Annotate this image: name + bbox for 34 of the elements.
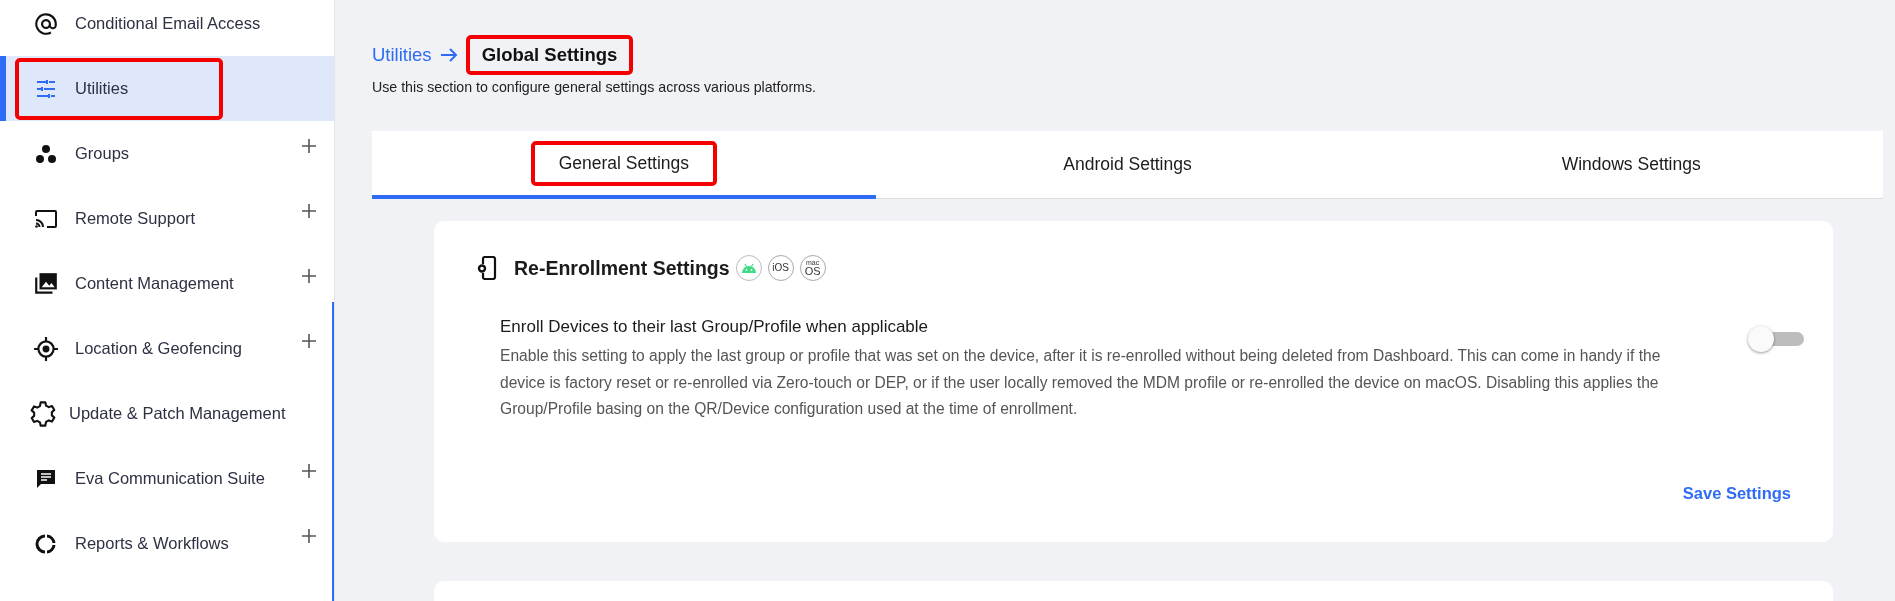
target-icon: [33, 335, 59, 362]
card-title: Re-Enrollment Settings: [514, 256, 730, 280]
page-title: Global Settings: [467, 37, 632, 73]
toggle-switch[interactable]: [1748, 326, 1804, 352]
plus-icon[interactable]: [302, 464, 316, 478]
photo-folder-icon: [33, 270, 59, 297]
settings-tab[interactable]: Android Settings: [875, 131, 1380, 198]
page-description: Use this section to configure general settings across various platforms.: [372, 79, 817, 95]
active-indicator: [0, 56, 6, 121]
sidebar-item[interactable]: Groups: [0, 121, 334, 186]
settings-tab[interactable]: General Settings: [372, 131, 876, 199]
at-sign-icon: [33, 10, 59, 37]
sidebar-item[interactable]: Content Management: [0, 251, 334, 316]
setting-description: Enable this setting to apply the last group or profile that was set on the device, after it is re-enrolled without being deleted from Dashboard. This can come in handy if the device is factory reset or re-enrolled via Zero-touch or DEP, or if the user locally removed the MDM profile or re-enrolled the device on macOS. Disabling this applies the Group/Profile basing on the QR/Device configuration used at the time of enrollment.: [500, 346, 1662, 420]
right-arrow-icon: [439, 48, 458, 62]
gear-icon: [29, 399, 57, 428]
sidebar-item[interactable]: Reports & Workflows: [0, 511, 334, 576]
sidebar-item[interactable]: Location & Geofencing: [0, 316, 334, 381]
highlight-frame: Utilities: [17, 59, 221, 118]
plus-icon[interactable]: [302, 529, 316, 543]
sidebar-item[interactable]: Eva Communication Suite: [0, 446, 334, 511]
sidebar-item[interactable]: Conditional Email Access: [0, 0, 334, 56]
sidebar-item[interactable]: Utilities: [0, 56, 334, 121]
setting-title: Enroll Devices to their last Group/Profile when applicable: [500, 317, 930, 337]
breadcrumb-link[interactable]: Utilities: [372, 44, 432, 66]
plus-icon[interactable]: [302, 269, 316, 283]
plus-icon[interactable]: [302, 204, 316, 218]
plus-icon[interactable]: [302, 334, 316, 348]
phone-gear-icon: [476, 256, 498, 280]
settings-tab[interactable]: Windows Settings: [1379, 131, 1883, 198]
plus-icon[interactable]: [302, 139, 316, 153]
save-settings-button[interactable]: Save Settings: [1678, 480, 1795, 507]
sidebar-item[interactable]: Update & Patch Management: [0, 381, 334, 446]
sidebar-item[interactable]: Remote Support: [0, 186, 334, 251]
